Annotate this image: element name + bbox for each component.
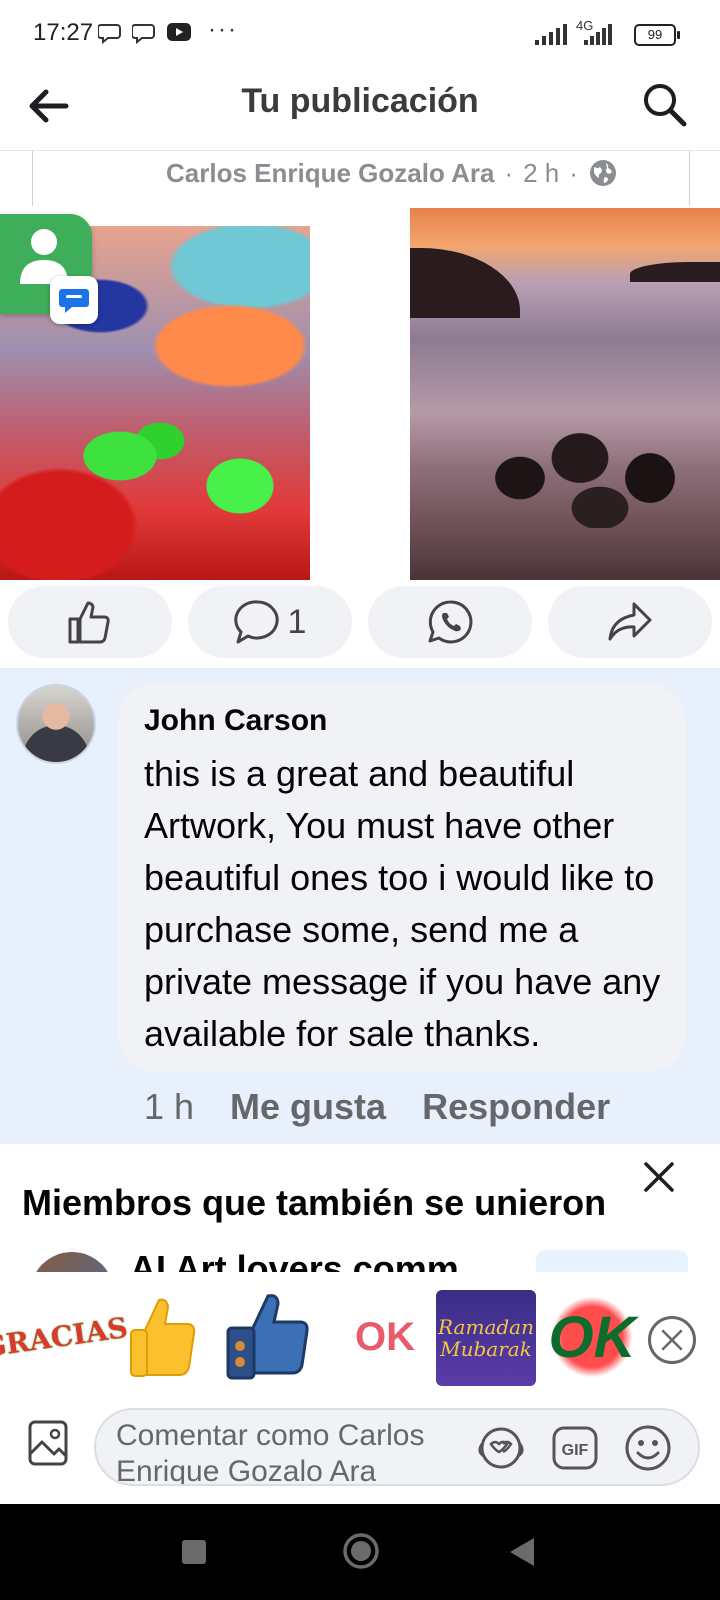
share-button[interactable] (548, 586, 712, 658)
comment-text: this is a great and beautiful Artwork, Y… (144, 753, 661, 1054)
image-detail (630, 262, 720, 282)
whatsapp-icon (428, 600, 473, 644)
status-bar: 17:27 ··· 4G 99 (0, 0, 720, 70)
home-icon[interactable] (342, 1532, 380, 1570)
members-suggestion-card: Miembros que también se unieron AI Art l… (0, 1144, 720, 1272)
gif-icon[interactable]: GIF (552, 1426, 598, 1470)
comment-input[interactable]: Comentar como Carlos Enrique Gozalo Ara … (94, 1408, 700, 1486)
photo-icon[interactable] (28, 1420, 68, 1466)
sticker-ok-bold[interactable]: OK (544, 1290, 640, 1384)
sticker-suggestions: GRACIAS OK Ramadan Mubarak OK (0, 1272, 720, 1400)
like-button[interactable] (8, 586, 172, 658)
thumbs-up-emoji-icon (130, 1298, 196, 1377)
thumbs-up-icon (68, 601, 110, 644)
back-icon[interactable] (508, 1536, 536, 1568)
members-heading: Miembros que también se unieron (22, 1182, 607, 1223)
search-icon[interactable] (640, 80, 690, 130)
comment-bubble[interactable]: John Carson this is a great and beautifu… (118, 684, 686, 1072)
sticker-thumbs-up[interactable] (118, 1290, 208, 1384)
globe-icon (589, 160, 616, 186)
post-image-sunset-beach[interactable] (410, 208, 720, 580)
comment-input-placeholder: Comentar como Carlos Enrique Gozalo Ara (116, 1419, 425, 1486)
sticker-ramadan-mubarak[interactable]: Ramadan Mubarak (436, 1290, 536, 1386)
recents-icon[interactable] (180, 1538, 208, 1566)
floating-contact-bubble[interactable] (0, 214, 98, 324)
comment-actions: 1 h Me gusta Responder (144, 1086, 646, 1128)
group-avatar[interactable] (30, 1252, 114, 1272)
system-navigation-bar (0, 1504, 720, 1600)
messages-badge (50, 276, 98, 324)
battery-icon: 99 (634, 24, 680, 46)
sticker-ok-text: OK (355, 1314, 415, 1359)
chat-notification-icon (98, 24, 121, 44)
emoji-icon[interactable] (624, 1424, 672, 1472)
image-detail (410, 248, 520, 318)
post-meta-row: Carlos Enrique Gozalo Ara · 2 h · (32, 150, 690, 206)
close-icon (661, 1329, 683, 1351)
post-author[interactable]: Carlos Enrique Gozalo Ara (166, 158, 494, 188)
signal-icon (535, 24, 567, 45)
comment-button[interactable]: 1 (188, 586, 352, 658)
more-notifications-icon: ··· (208, 16, 238, 43)
comment-author[interactable]: John Carson (144, 704, 327, 738)
share-icon (608, 602, 652, 641)
sticker-gracias[interactable]: GRACIAS (0, 1283, 130, 1390)
avatar-sticker-icon[interactable] (476, 1424, 526, 1472)
post-time[interactable]: 2 h (523, 158, 559, 188)
sticker-robot-thumbs-up[interactable] (220, 1290, 320, 1384)
suggested-group-name[interactable]: AI Art lovers comm (130, 1248, 459, 1272)
chat-notification-icon (132, 24, 155, 44)
app-header: Tu publicación (0, 70, 720, 151)
svg-text:GIF: GIF (562, 1442, 589, 1459)
signal-4g-icon (584, 24, 612, 45)
page-title: Tu publicación (241, 82, 479, 120)
message-bubble-icon (59, 289, 89, 313)
sticker-ramadan-line1: Ramadan (438, 1315, 534, 1339)
comment-count: 1 (287, 602, 307, 641)
meta-separator: · (504, 158, 514, 188)
post-byline: Carlos Enrique Gozalo Ara · 2 h · (166, 158, 618, 189)
meta-separator: · (569, 158, 578, 188)
comment-like-link[interactable]: Me gusta (230, 1086, 386, 1127)
close-icon[interactable] (642, 1160, 676, 1194)
join-group-button[interactable] (536, 1250, 688, 1272)
avatar[interactable] (16, 684, 96, 764)
sticker-ramadan-line2: Mubarak (440, 1337, 532, 1361)
close-stickers-button[interactable] (648, 1316, 696, 1364)
comment-reply-link[interactable]: Responder (422, 1086, 610, 1127)
robot-thumbs-up-icon (226, 1294, 309, 1380)
comment-icon (233, 600, 279, 644)
image-detail (480, 418, 700, 528)
youtube-icon (167, 23, 191, 41)
sticker-ok-cute[interactable]: OK (336, 1290, 434, 1384)
comment-time: 1 h (144, 1086, 195, 1127)
whatsapp-share-button[interactable] (368, 586, 532, 658)
status-time: 17:27 (33, 19, 94, 46)
